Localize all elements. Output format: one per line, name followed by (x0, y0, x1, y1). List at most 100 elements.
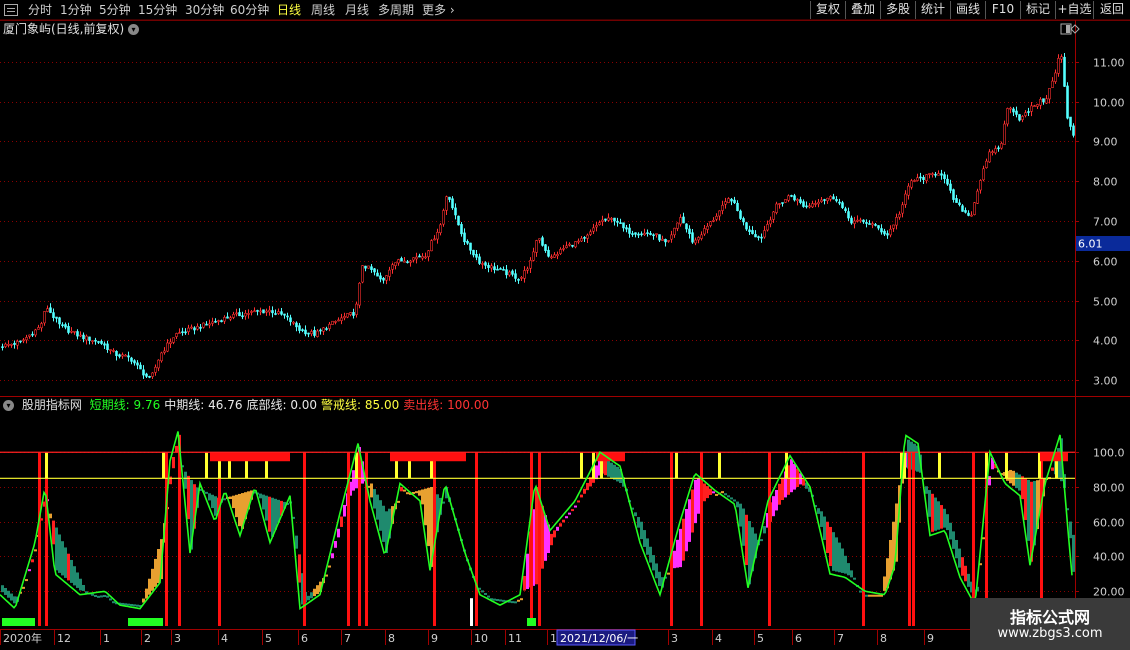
candle-body (883, 230, 886, 235)
candle-body (829, 196, 832, 200)
indicator-bar (925, 486, 928, 494)
price-label: 5.00 (1093, 296, 1118, 309)
candle-body (520, 277, 523, 279)
candle-body (550, 256, 553, 259)
x-label: 9 (927, 632, 934, 645)
indicator-bar (694, 479, 697, 524)
candle-body (250, 311, 253, 313)
indicator-bar (70, 559, 73, 583)
candle-body (1069, 116, 1072, 127)
candle-body (226, 316, 229, 319)
candle-body (508, 271, 511, 276)
candle-body (658, 234, 661, 241)
indicator-bar (988, 476, 991, 486)
candle-body (553, 254, 556, 258)
candle-body (778, 203, 781, 205)
candle-body (463, 232, 466, 243)
indicator-bar (145, 588, 148, 599)
candle-body (970, 214, 973, 217)
candle-body (43, 311, 46, 324)
indicator-bar (373, 489, 376, 509)
indicator-bar (376, 494, 379, 520)
candle-body (880, 228, 883, 233)
white-signal-line (470, 598, 473, 626)
candle-body (637, 233, 640, 236)
indicator-bar (100, 595, 103, 598)
indicator-bar (502, 599, 505, 602)
candle-body (649, 233, 652, 235)
candle-body (181, 331, 184, 334)
candle-body (985, 160, 988, 168)
indicator-bar (424, 488, 427, 526)
candle-body (496, 268, 499, 271)
candle-body (589, 231, 592, 235)
candle-body (91, 340, 94, 342)
indicator-bar (616, 466, 619, 482)
indicator-bar (742, 508, 745, 546)
candle-body (988, 151, 991, 163)
candle-body (241, 315, 244, 318)
candle-body (832, 196, 835, 200)
indicator-bar (103, 594, 106, 597)
indicator-bar (838, 542, 841, 573)
indicator-bar (112, 601, 115, 604)
indicator-bar (481, 590, 484, 593)
candle-body (346, 313, 349, 318)
candle-body (721, 204, 724, 211)
candle-body (700, 234, 703, 239)
price-tag-text: 6.01 (1078, 238, 1103, 251)
candle-body (835, 199, 838, 202)
candle-body (1000, 143, 1003, 149)
candle-body (13, 342, 16, 345)
candle-body (805, 205, 808, 208)
indicator-bar (1, 585, 4, 593)
candle-body (592, 227, 595, 232)
indicator-bar (397, 500, 400, 503)
indicator-bar (187, 475, 190, 520)
candle-body (598, 222, 601, 225)
indicator-bar (850, 570, 853, 578)
indicator-bar (928, 490, 931, 517)
candle-body (412, 257, 415, 261)
candle-body (586, 234, 589, 239)
candle-body (751, 230, 754, 234)
indicator-bar (568, 512, 571, 515)
candle-body (127, 355, 130, 358)
x-label: 7 (344, 632, 351, 645)
indicator-bar (82, 584, 85, 591)
candle-body (199, 326, 202, 329)
candle-body (178, 332, 181, 334)
indicator-bar (571, 509, 574, 512)
indicator-bar (667, 572, 670, 575)
indicator-bar (673, 550, 676, 569)
indicator-bar (268, 496, 271, 532)
candle-body (100, 341, 103, 344)
candle-body (1018, 114, 1021, 121)
candle-body (745, 222, 748, 230)
candle-body (1039, 99, 1042, 106)
candle-body (802, 201, 805, 207)
candle-body (946, 178, 949, 185)
indicator-bar (583, 488, 586, 494)
candle-body (433, 238, 436, 241)
candle-body (325, 328, 328, 330)
candle-body (418, 255, 421, 258)
candle-body (964, 210, 967, 213)
candle-body (190, 326, 193, 329)
candle-body (238, 312, 241, 317)
candle-body (1006, 108, 1009, 125)
indicator-label: 20.00 (1093, 586, 1125, 599)
candle-body (517, 279, 520, 281)
candle-body (655, 233, 658, 235)
indicator-bar (697, 478, 700, 514)
candle-body (220, 320, 223, 323)
candle-body (1012, 108, 1015, 113)
candle-body (367, 265, 370, 269)
chart-canvas: 11.00 10.00 9.00 8.00 7.00 6.00 5.00 4.00 3.00 6.… (0, 20, 1130, 646)
candle-body (121, 354, 124, 357)
indicator-bar (643, 530, 646, 547)
indicator-label: 80.00 (1093, 482, 1125, 495)
indicator-bar (523, 575, 526, 591)
indicator-bar (352, 470, 355, 491)
candle-body (331, 320, 334, 325)
